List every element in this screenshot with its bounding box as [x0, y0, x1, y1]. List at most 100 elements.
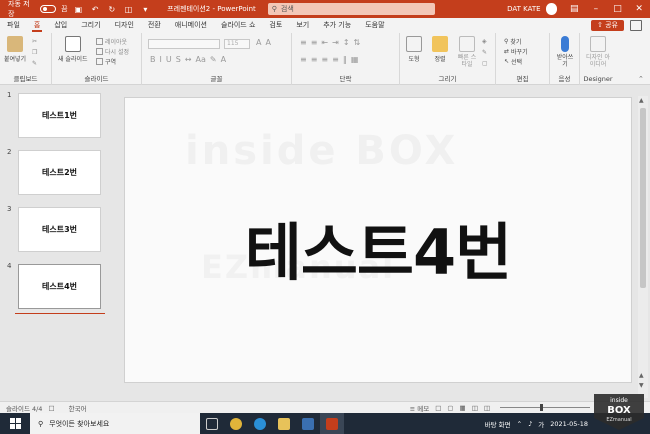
strikethrough-icon[interactable]: S	[176, 55, 181, 64]
tab-review[interactable]: 검토	[262, 18, 289, 33]
slide-thumbnail[interactable]: 테스트1번	[18, 93, 101, 138]
line-spacing-icon[interactable]: ↕	[343, 38, 350, 47]
desktop-label[interactable]: 바탕 화면	[485, 419, 511, 429]
tab-file[interactable]: 파일	[0, 18, 27, 33]
task-view-icon[interactable]	[200, 413, 224, 434]
slide-canvas[interactable]: inside BOX EZmanual 테스트4번	[124, 97, 632, 383]
zoom-slider[interactable]	[500, 404, 590, 411]
network-icon[interactable]: ⌃	[517, 420, 522, 428]
dictate-button[interactable]: 받아쓰기	[554, 36, 576, 68]
slide-title[interactable]: 테스트4번	[125, 202, 631, 292]
notes-button[interactable]: ≡ 메모	[410, 403, 429, 413]
reset-button[interactable]: 다시 설정	[96, 47, 129, 56]
redo-icon[interactable]: ↻	[106, 3, 118, 15]
tab-home[interactable]: 홈	[27, 18, 47, 33]
cut-icon[interactable]: ✂	[32, 38, 37, 45]
avatar[interactable]	[545, 3, 558, 15]
shapes-button[interactable]: 도형	[406, 36, 422, 63]
customize-toolbar-icon[interactable]: ▾	[139, 3, 151, 15]
slide-thumbnail[interactable]: 테스트3번	[18, 207, 101, 252]
search-box[interactable]: ⚲ 검색	[267, 3, 436, 15]
find-button[interactable]: ⚲ 찾기	[504, 37, 521, 46]
char-spacing-icon[interactable]: ↔	[185, 55, 192, 64]
italic-icon[interactable]: I	[160, 55, 162, 64]
increase-indent-icon[interactable]: ⇥	[332, 38, 339, 47]
smartart-icon[interactable]: ▦	[351, 55, 359, 64]
shape-effects-icon[interactable]: ▢	[482, 60, 488, 67]
design-ideas-button[interactable]: 디자인 아이디어	[584, 36, 612, 68]
store-icon[interactable]	[296, 413, 320, 434]
bold-icon[interactable]: B	[150, 55, 156, 64]
ime-icon[interactable]: 가	[538, 419, 544, 429]
columns-icon[interactable]: ‖	[343, 55, 347, 64]
start-slideshow-icon[interactable]: ◫	[123, 3, 135, 15]
tab-help[interactable]: 도움말	[358, 18, 391, 33]
collapse-ribbon-icon[interactable]: ⌃	[638, 75, 644, 83]
bullets-icon[interactable]: ≡	[300, 38, 307, 47]
replace-button[interactable]: ⇄ 바꾸기	[504, 47, 528, 56]
new-slide-button[interactable]: 새 슬라이드	[58, 36, 88, 63]
maximize-icon[interactable]: □	[607, 0, 629, 18]
comment-icon[interactable]	[630, 20, 642, 31]
normal-view-icon[interactable]: ▢	[447, 404, 453, 412]
underline-icon[interactable]: U	[166, 55, 172, 64]
decrease-indent-icon[interactable]: ⇤	[321, 38, 328, 47]
layout-button[interactable]: 레이아웃	[96, 37, 127, 46]
volume-icon[interactable]: ♪	[528, 420, 532, 428]
justify-icon[interactable]: ≡	[332, 55, 339, 64]
file-explorer-icon[interactable]	[272, 413, 296, 434]
tab-animations[interactable]: 애니메이션	[168, 18, 214, 33]
slide-thumbnail-selected[interactable]: 테스트4번	[18, 264, 101, 309]
font-color-icon[interactable]: A	[221, 55, 226, 64]
shape-fill-icon[interactable]: ◈	[482, 38, 487, 45]
prev-slide-icon[interactable]: ▲	[639, 372, 644, 379]
powerpoint-icon[interactable]	[320, 413, 344, 434]
slideshow-view-icon[interactable]: ◫	[484, 404, 490, 412]
change-case-icon[interactable]: Aa	[196, 55, 206, 64]
vertical-scrollbar[interactable]: ▲ ▲ ▼	[638, 96, 648, 398]
edge-icon[interactable]	[248, 413, 272, 434]
comments-icon[interactable]: □	[435, 404, 441, 412]
language[interactable]: 한국어	[69, 403, 87, 413]
tab-draw[interactable]: 그리기	[74, 18, 107, 33]
arrange-button[interactable]: 정렬	[432, 36, 448, 63]
share-button[interactable]: ⇧ 공유	[591, 20, 624, 31]
reading-view-icon[interactable]: ◫	[472, 404, 478, 412]
minimize-icon[interactable]: –	[585, 0, 607, 18]
user-name[interactable]: DAT KATE	[507, 5, 540, 13]
tab-view[interactable]: 보기	[289, 18, 316, 33]
autosave-toggle[interactable]	[40, 5, 57, 13]
copy-icon[interactable]: ❐	[32, 49, 37, 56]
tab-insert[interactable]: 삽입	[47, 18, 74, 33]
tab-transitions[interactable]: 전환	[141, 18, 168, 33]
section-button[interactable]: 구역	[96, 57, 116, 66]
shrink-font-icon[interactable]: A	[265, 38, 270, 47]
shape-outline-icon[interactable]: ✎	[482, 49, 487, 56]
chrome-icon[interactable]	[224, 413, 248, 434]
scrollbar-thumb[interactable]	[640, 108, 646, 288]
font-name-dropdown[interactable]	[148, 39, 220, 49]
select-button[interactable]: ↖ 선택	[504, 57, 522, 66]
align-center-icon[interactable]: ≡	[311, 55, 318, 64]
text-direction-icon[interactable]: ⇅	[354, 38, 361, 47]
paste-button[interactable]: 붙여넣기	[4, 36, 26, 63]
save-icon[interactable]: ▣	[73, 3, 85, 15]
scroll-up-icon[interactable]: ▲	[639, 97, 644, 104]
windows-start-button[interactable]	[0, 413, 30, 434]
taskbar-search[interactable]: ⚲ 무엇이든 찾아보세요	[30, 413, 200, 434]
ribbon-display-options-icon[interactable]: ▤	[563, 0, 585, 18]
font-size-dropdown[interactable]: 115	[224, 39, 250, 49]
clock-date[interactable]: 2021-05-18	[550, 420, 588, 428]
align-left-icon[interactable]: ≡	[300, 55, 307, 64]
align-right-icon[interactable]: ≡	[321, 55, 328, 64]
accessibility-icon[interactable]: □	[48, 404, 54, 412]
slide-sorter-icon[interactable]: ▦	[460, 404, 466, 412]
close-icon[interactable]: ✕	[628, 0, 650, 18]
tab-addins[interactable]: 추가 기능	[316, 18, 358, 33]
slide-thumbnail[interactable]: 테스트2번	[18, 150, 101, 195]
tab-slideshow[interactable]: 슬라이드 쇼	[214, 18, 262, 33]
format-painter-icon[interactable]: ✎	[32, 60, 37, 67]
highlight-icon[interactable]: ✎	[210, 55, 217, 64]
quick-styles-button[interactable]: 빠른 스타일	[456, 36, 478, 68]
grow-font-icon[interactable]: A	[256, 38, 261, 47]
